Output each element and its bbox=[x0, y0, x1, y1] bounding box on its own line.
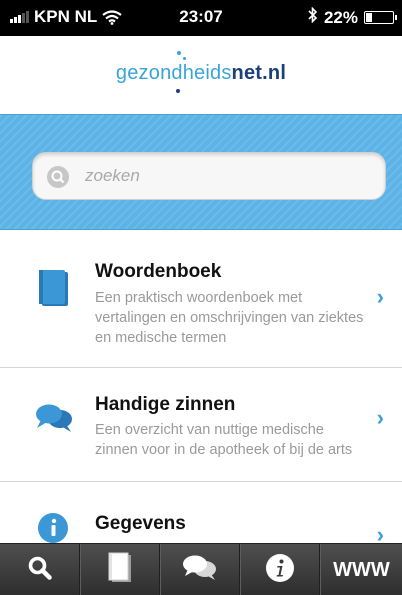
list-item-handige-zinnen[interactable]: Handige zinnen Een overzicht van nuttige… bbox=[0, 368, 402, 482]
www-label: WWW bbox=[333, 558, 390, 581]
book-icon bbox=[36, 268, 70, 313]
item-description: Een praktisch woordenboek met vertalinge… bbox=[95, 290, 364, 346]
chevron-right-icon: › bbox=[376, 405, 384, 430]
battery-icon bbox=[364, 11, 397, 24]
chat-bubbles-icon bbox=[182, 554, 218, 587]
item-title: Woordenboek bbox=[95, 261, 222, 282]
item-title: Handige zinnen bbox=[95, 394, 236, 415]
chevron-right-icon: › bbox=[376, 284, 384, 309]
item-title: Gegevens bbox=[95, 513, 186, 534]
list-item-woordenboek[interactable]: Woordenboek Een praktisch woordenboek me… bbox=[0, 232, 402, 368]
bottom-tab-bar: WWW bbox=[0, 543, 402, 595]
search-icon bbox=[27, 555, 53, 586]
logo-text-secondary: net.nl bbox=[231, 62, 287, 84]
search-icon bbox=[47, 166, 69, 188]
status-right: 22% bbox=[308, 6, 397, 28]
status-bar: KPN NL 23:07 22% bbox=[0, 0, 402, 36]
tab-search[interactable] bbox=[0, 544, 80, 595]
search-placeholder: zoeken bbox=[85, 166, 140, 185]
search-section: zoeken bbox=[0, 114, 402, 230]
tab-info[interactable] bbox=[240, 544, 320, 595]
tab-www[interactable]: WWW bbox=[320, 544, 402, 595]
info-icon bbox=[265, 553, 295, 588]
chat-bubbles-icon bbox=[34, 402, 74, 441]
logo-dot bbox=[183, 57, 186, 60]
tab-handige-zinnen[interactable] bbox=[160, 544, 240, 595]
app-logo: gezondheidsnet.nl bbox=[0, 62, 402, 85]
book-icon bbox=[107, 552, 133, 589]
bluetooth-icon bbox=[308, 6, 318, 28]
item-description: Een overzicht van nuttige medische zinne… bbox=[95, 422, 353, 458]
battery-percentage: 22% bbox=[323, 7, 358, 27]
search-input[interactable]: zoeken bbox=[32, 152, 386, 200]
logo-dot bbox=[177, 51, 181, 55]
logo-text-primary: gezondheids bbox=[115, 62, 232, 84]
app-header: gezondheidsnet.nl bbox=[0, 36, 402, 114]
logo-dot bbox=[176, 89, 180, 93]
tab-woordenboek[interactable] bbox=[80, 544, 160, 595]
